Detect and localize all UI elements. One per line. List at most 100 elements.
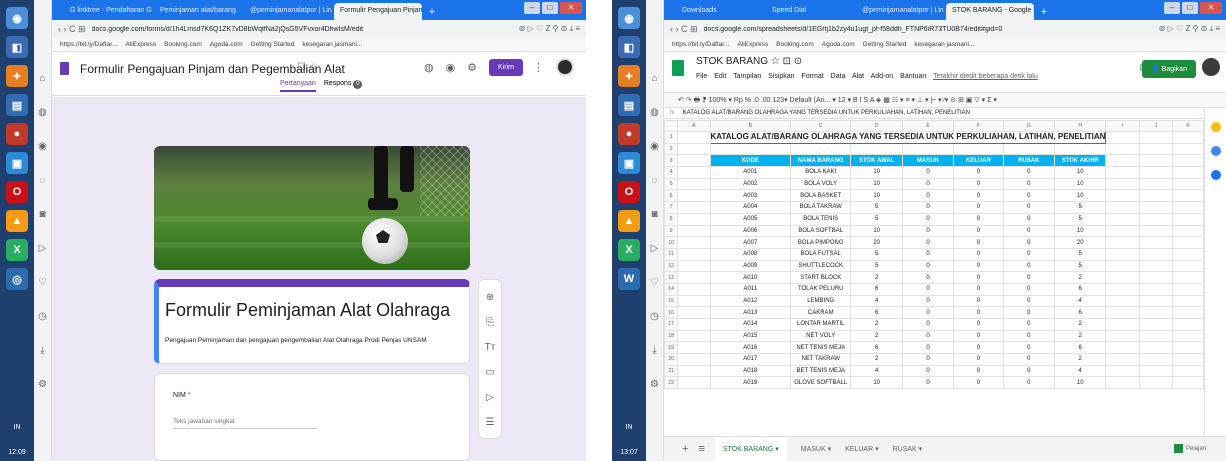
cell[interactable] <box>677 177 711 191</box>
minimize-button[interactable]: – <box>524 2 540 14</box>
cell[interactable] <box>1138 341 1174 355</box>
data-cell[interactable]: 0 <box>1002 294 1055 308</box>
data-cell[interactable]: 10 <box>850 224 903 238</box>
header-cell[interactable]: STOK AWAL <box>850 154 903 168</box>
row-header[interactable]: 17 <box>664 318 679 331</box>
data-cell[interactable]: 0 <box>1002 318 1055 331</box>
instagram-icon[interactable]: ◙ <box>650 210 660 220</box>
close-button[interactable]: ✕ <box>560 2 582 14</box>
app-icon[interactable]: ▣ <box>6 152 28 174</box>
browser-tab[interactable]: @peminjamanalatpor | Lin <box>244 3 332 20</box>
header-cell[interactable]: STOK AKHIR <box>1053 154 1107 168</box>
instagram-icon[interactable]: ◙ <box>38 210 48 220</box>
menu-item[interactable]: Edit <box>714 73 726 80</box>
sheet-tab-rusak[interactable]: RUSAK ▾ <box>893 445 923 453</box>
sheet-title[interactable]: STOK BARANG ☆ ⊡ ⊙ <box>696 56 802 67</box>
browser-tab[interactable]: G linktree - Pendaftaran Gc <box>64 3 152 20</box>
data-cell[interactable]: 20 <box>1053 236 1107 249</box>
cell[interactable] <box>677 306 711 319</box>
cell[interactable] <box>677 201 711 214</box>
browser-tab[interactable]: Peminjaman alat/barang <box>154 3 242 20</box>
column-header[interactable]: I <box>1105 120 1140 132</box>
data-cell[interactable]: 0 <box>901 177 955 191</box>
data-cell[interactable]: 6 <box>850 341 903 355</box>
data-cell[interactable]: 6 <box>1053 341 1107 355</box>
cell[interactable] <box>677 271 711 284</box>
bookmark[interactable]: kesegaran jasmani... <box>914 41 974 48</box>
cell[interactable] <box>1138 306 1174 319</box>
formula-text[interactable]: KATALOG ALAT/BARANG OLAHRAGA YANG TERSED… <box>683 110 970 116</box>
cell[interactable] <box>1105 318 1140 331</box>
bookmark[interactable]: https://bit.ly/Daftar... <box>60 41 117 48</box>
star-icon[interactable]: ☆ ⊡ ⊙ <box>771 56 802 67</box>
address-bar[interactable]: ‹ › C ⊞ docs.google.com/forms/d/1h4Lmsd7… <box>52 20 586 38</box>
data-cell[interactable]: 5 <box>1053 212 1107 226</box>
cell[interactable] <box>1105 177 1140 191</box>
data-cell[interactable]: BOLA TENIS <box>790 212 852 226</box>
data-cell[interactable]: 10 <box>1053 189 1107 203</box>
data-cell[interactable]: BOLA FUTSAL <box>790 247 852 261</box>
add-video-icon[interactable]: ▷ <box>486 391 494 405</box>
cell[interactable] <box>1105 201 1140 214</box>
data-cell[interactable]: A002 <box>709 177 792 191</box>
browser-tab[interactable]: @peminjamanalatpor | Lin <box>856 3 944 20</box>
bookmark[interactable]: kesegaran jasmani... <box>302 41 362 48</box>
cell[interactable] <box>677 318 711 331</box>
header-cell[interactable]: RUSAK <box>1002 154 1055 168</box>
avatar[interactable] <box>556 58 574 76</box>
cell[interactable] <box>1105 166 1140 179</box>
data-cell[interactable]: 20 <box>850 236 903 249</box>
cell[interactable] <box>1138 212 1174 226</box>
url-text[interactable]: docs.google.com/forms/d/1h4Lmsd7K6Q1ZK7v… <box>92 26 519 33</box>
opera-icon[interactable]: O <box>6 181 28 203</box>
cell[interactable] <box>1105 306 1140 319</box>
data-cell[interactable]: 2 <box>1053 329 1107 343</box>
column-header[interactable]: K <box>1172 120 1204 132</box>
data-cell[interactable]: 10 <box>850 189 903 203</box>
header-cell[interactable]: MASUK <box>901 154 955 168</box>
data-cell[interactable]: BOLA KAKI <box>790 166 852 179</box>
data-cell[interactable]: 0 <box>953 166 1004 179</box>
data-cell[interactable]: 0 <box>901 294 955 308</box>
menu-item[interactable]: Add-on <box>871 73 894 80</box>
data-cell[interactable]: 5 <box>1053 201 1107 214</box>
data-cell[interactable]: 0 <box>1002 282 1055 296</box>
heart-icon[interactable]: ♡ <box>650 278 660 288</box>
bookmark[interactable]: Booking.com <box>776 41 814 48</box>
cell[interactable] <box>1105 224 1140 238</box>
cell[interactable] <box>1172 271 1204 284</box>
data-cell[interactable]: 0 <box>953 224 1004 238</box>
data-cell[interactable]: A010 <box>709 271 792 284</box>
data-cell[interactable]: 5 <box>850 212 903 226</box>
cell[interactable] <box>677 166 711 179</box>
cell[interactable] <box>1105 341 1140 355</box>
cell[interactable] <box>677 329 711 343</box>
cell[interactable] <box>1172 318 1204 331</box>
share-button[interactable]: 👤 Bagikan <box>1142 60 1196 78</box>
cell[interactable] <box>677 154 711 168</box>
nav-buttons[interactable]: ‹ › C ⊞ <box>670 24 698 35</box>
cell[interactable] <box>677 224 711 238</box>
data-cell[interactable]: START BLOCK <box>790 271 852 284</box>
data-cell[interactable]: NET TAKRAW <box>790 353 852 366</box>
row-header[interactable]: 7 <box>664 201 679 214</box>
data-cell[interactable]: 0 <box>953 306 1004 319</box>
settings-icon[interactable]: ⚙ <box>650 380 660 390</box>
history-icon[interactable]: ◷ <box>650 312 660 322</box>
formula-bar[interactable]: fx KATALOG ALAT/BARANG OLAHRAGA YANG TERS… <box>664 108 1226 119</box>
data-cell[interactable]: 6 <box>1053 282 1107 296</box>
data-cell[interactable]: 6 <box>1053 306 1107 319</box>
data-cell[interactable]: A009 <box>709 259 792 273</box>
vlc-icon[interactable]: ▲ <box>6 210 28 232</box>
data-cell[interactable]: 0 <box>953 364 1004 378</box>
row-header[interactable]: 6 <box>664 189 679 203</box>
data-cell[interactable]: A013 <box>709 306 792 319</box>
home-icon[interactable]: ⌂ <box>650 74 660 84</box>
header-cell[interactable]: NAMA BARANG <box>790 154 852 168</box>
add-sheet-icon[interactable]: + <box>682 443 688 455</box>
row-header[interactable]: 4 <box>664 166 679 179</box>
cell[interactable] <box>1105 259 1140 273</box>
folder-star-icons[interactable]: ☐ ☆ <box>297 62 318 73</box>
cell[interactable] <box>1172 201 1204 214</box>
question-card[interactable]: NIM * Teks jawaban singkat <box>154 373 470 461</box>
